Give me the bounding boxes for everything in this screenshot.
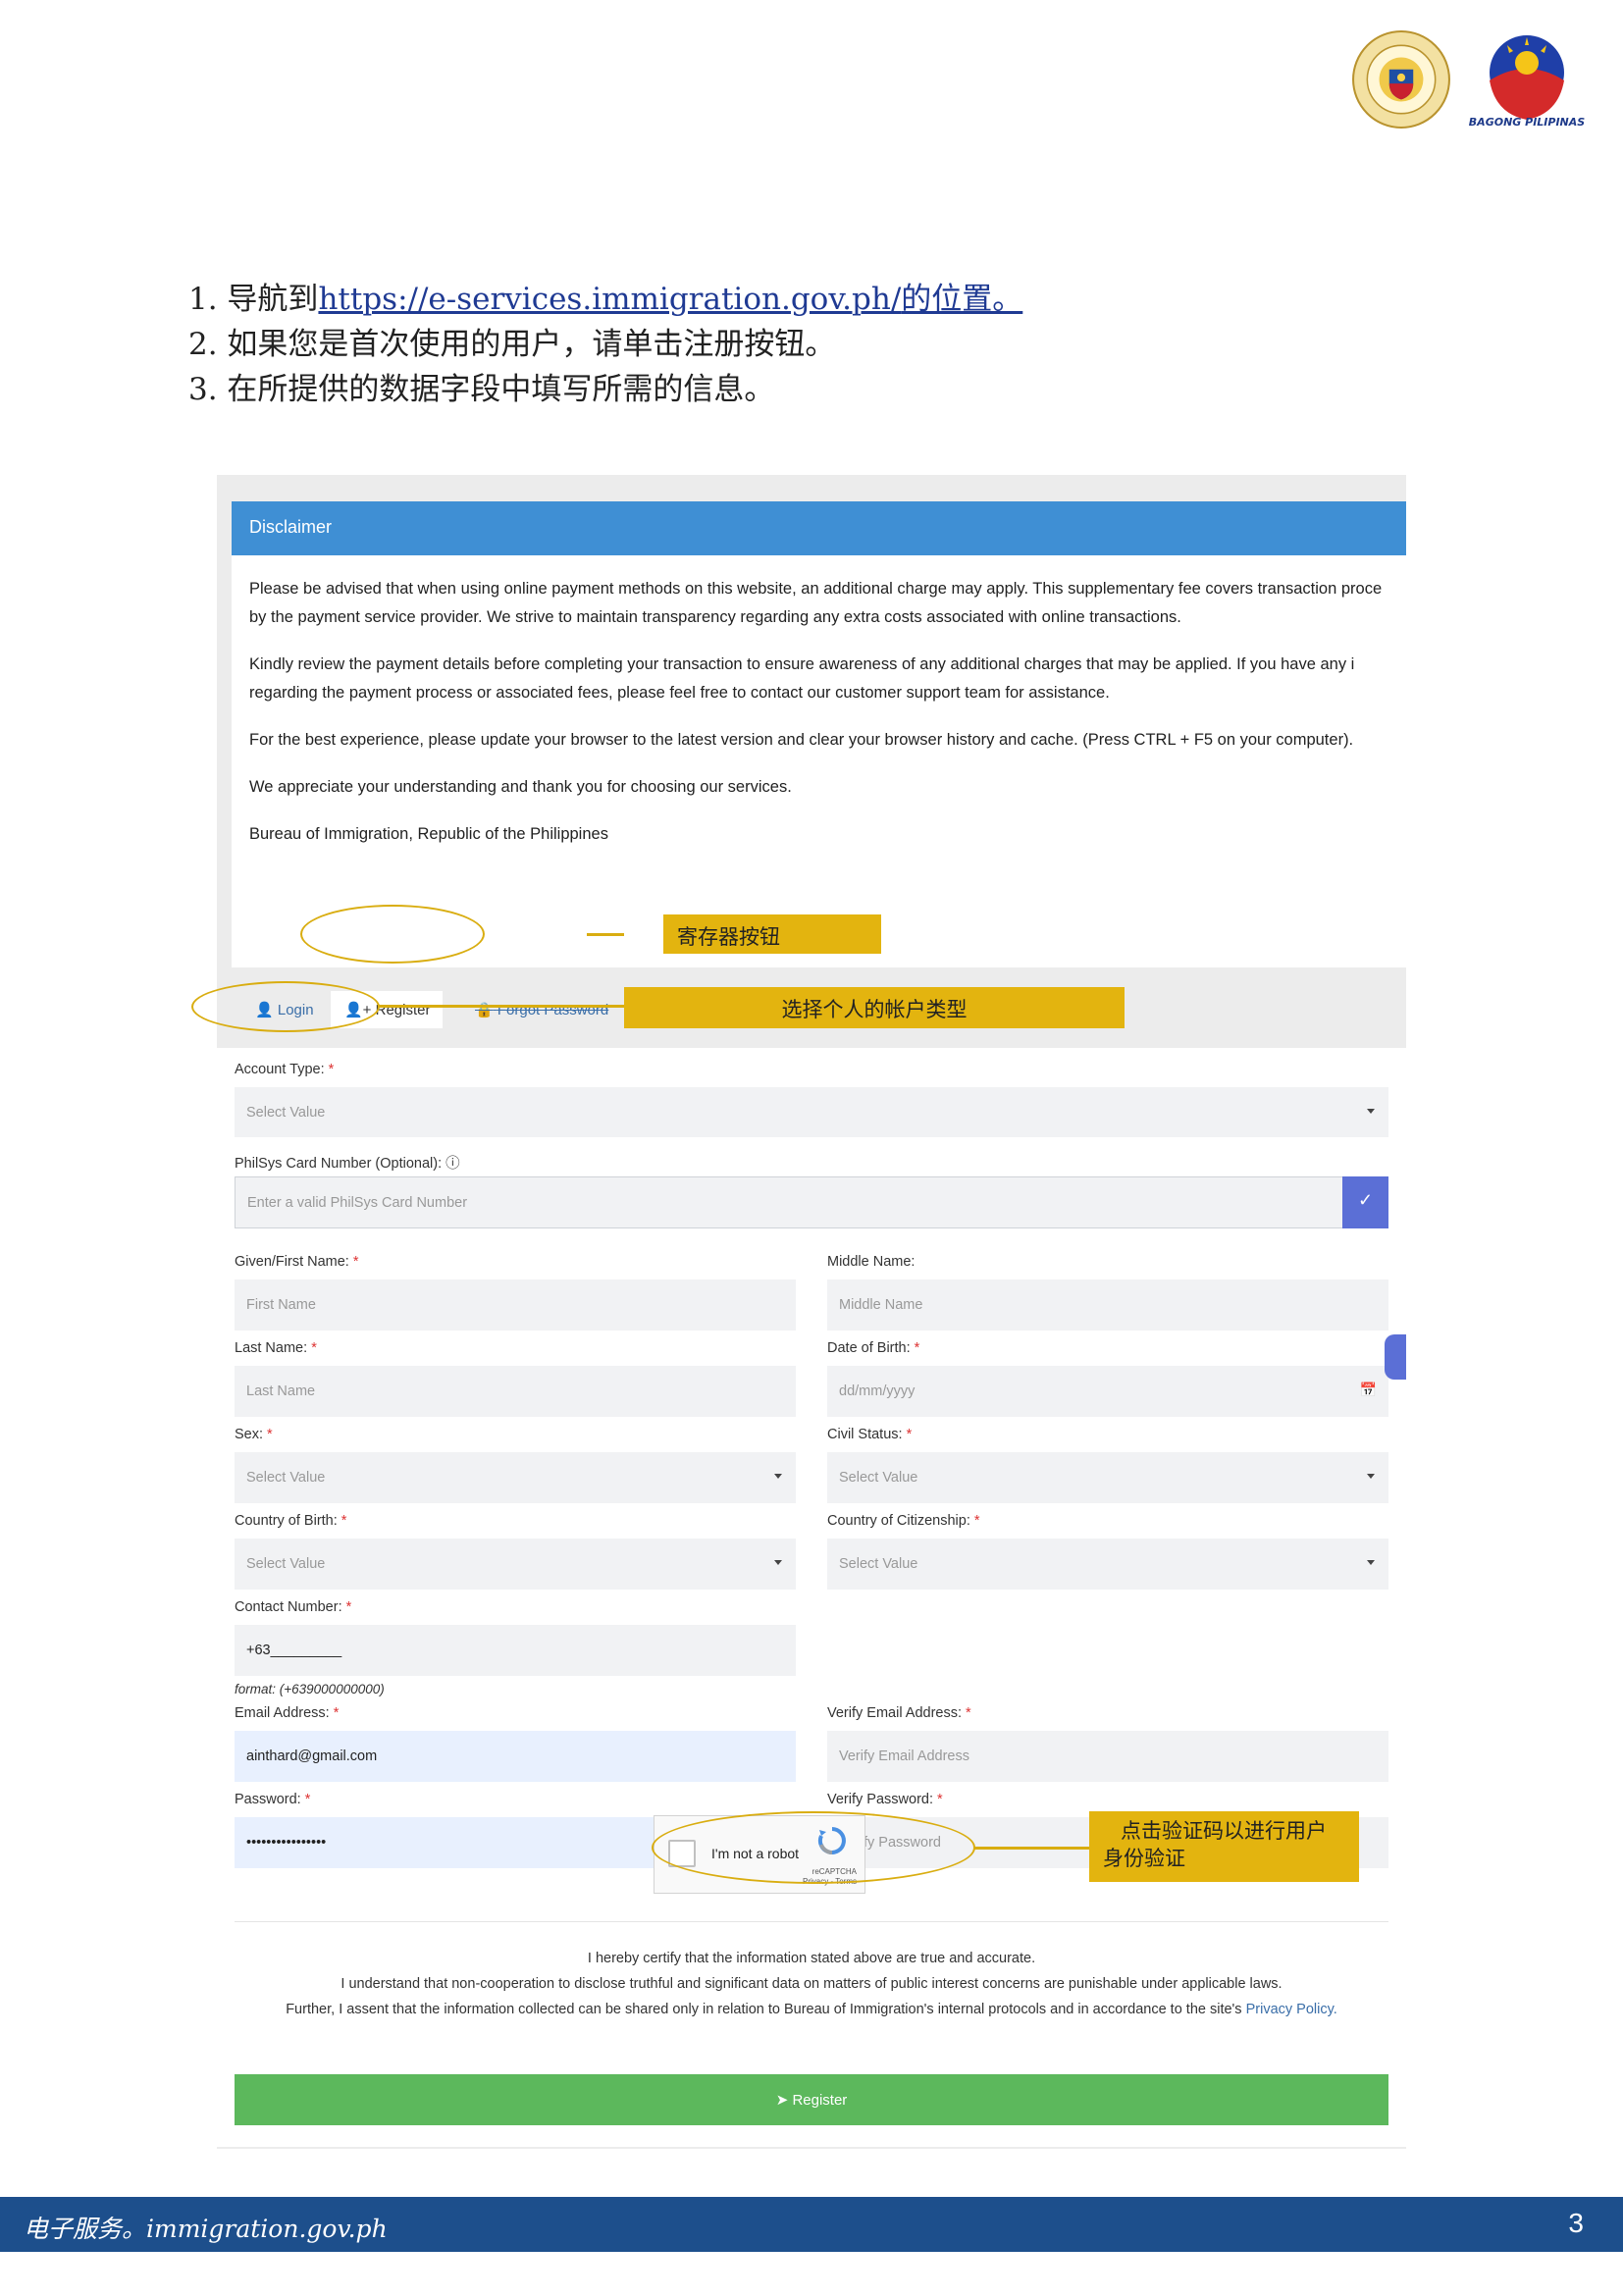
philsys-verify-button[interactable]: ✓ — [1342, 1176, 1388, 1228]
step-1: 1. 导航到https://e-services.immigration.gov… — [188, 277, 1022, 322]
captcha-highlight-ring — [652, 1811, 975, 1884]
account-type-callout: 选择个人的帐户类型 — [624, 987, 1125, 1028]
tab-forgot-password[interactable]: 🔒 Forgot Password — [475, 1001, 608, 1018]
step-1-suffix: 的位置。 — [901, 282, 1023, 317]
email-input[interactable]: ainthard@gmail.com — [235, 1731, 796, 1782]
page-footer: 电子服务。immigration.gov.ph 3 — [0, 2197, 1623, 2252]
middle-name-input[interactable]: Middle Name — [827, 1279, 1388, 1331]
contact-number-input[interactable]: +63_________ — [235, 1625, 796, 1676]
first-name-input[interactable]: First Name — [235, 1279, 796, 1331]
captcha-callout: 点击验证码以进行用户 身份验证 — [1089, 1811, 1359, 1882]
account-type-select[interactable]: Select Value — [235, 1087, 1388, 1137]
account-type-leader-line — [379, 1005, 626, 1008]
certify-line-3: Further, I assent that the information c… — [286, 2002, 1337, 2017]
chevron-down-icon — [774, 1560, 782, 1565]
step-1-prefix: 1. 导航到 — [188, 282, 319, 317]
bagong-pilipinas-wordmark: BAGONG PILIPINAS — [1468, 116, 1586, 129]
eservices-url-link[interactable]: https://e-services.immigration.gov.ph/ — [318, 282, 901, 317]
sex-select[interactable]: Select Value — [235, 1452, 796, 1503]
last-name-label: Last Name: * — [235, 1340, 317, 1356]
country-of-citizenship-select[interactable]: Select Value — [827, 1539, 1388, 1590]
contact-number-label: Contact Number: * — [235, 1599, 352, 1615]
first-name-label: Given/First Name: * — [235, 1254, 359, 1270]
middle-name-label: Middle Name: — [827, 1254, 916, 1270]
footer-text: 电子服务。immigration.gov.ph — [24, 2215, 388, 2243]
certify-line-1: I hereby certify that the information st… — [587, 1951, 1036, 1966]
verify-email-label: Verify Email Address: * — [827, 1705, 971, 1721]
verify-email-input[interactable]: Verify Email Address — [827, 1731, 1388, 1782]
calendar-icon[interactable]: 📅 — [1360, 1382, 1377, 1398]
side-widget-tab[interactable] — [1385, 1334, 1406, 1380]
country-of-citizenship-label: Country of Citizenship: * — [827, 1513, 980, 1529]
disclaimer-paragraph: For the best experience, please update y… — [249, 731, 1354, 749]
bureau-of-immigration-seal-logo — [1352, 30, 1450, 129]
registration-screenshot: Disclaimer Please be advised that when u… — [217, 475, 1406, 2149]
disclaimer-paragraph: We appreciate your understanding and tha… — [249, 778, 792, 796]
disclaimer-paragraph: Kindly review the payment details before… — [249, 655, 1355, 702]
step-2: 2. 如果您是首次使用的用户，请单击注册按钮。 — [188, 327, 836, 362]
privacy-policy-link[interactable]: Privacy Policy. — [1246, 2002, 1337, 2017]
last-name-input[interactable]: Last Name — [235, 1366, 796, 1417]
dob-input[interactable]: dd/mm/yyyy 📅 — [827, 1366, 1388, 1417]
password-label: Password: * — [235, 1792, 311, 1807]
disclaimer-paragraph: Please be advised that when using online… — [249, 580, 1383, 626]
country-of-birth-label: Country of Birth: * — [235, 1513, 347, 1529]
country-of-birth-select[interactable]: Select Value — [235, 1539, 796, 1590]
certify-line-2: I understand that non-cooperation to dis… — [340, 1976, 1283, 1992]
disclaimer-header: Disclaimer — [232, 501, 1406, 555]
chevron-down-icon — [1367, 1560, 1375, 1565]
register-button[interactable]: ➤ Register — [235, 2074, 1388, 2125]
captcha-leader-line — [973, 1847, 1091, 1850]
step-3: 3. 在所提供的数据字段中填写所需的信息。 — [188, 372, 775, 407]
dob-label: Date of Birth: * — [827, 1340, 920, 1356]
paper-plane-icon: ➤ — [775, 2092, 789, 2109]
civil-status-select[interactable]: Select Value — [827, 1452, 1388, 1503]
chevron-down-icon — [1367, 1109, 1375, 1114]
info-icon: ⓘ — [445, 1156, 460, 1172]
philsys-label: PhilSys Card Number (Optional): ⓘ — [235, 1156, 460, 1172]
contact-format-hint: format: (+639000000000) — [235, 1682, 385, 1696]
instruction-steps: 1. 导航到https://e-services.immigration.gov… — [188, 277, 1022, 412]
email-label: Email Address: * — [235, 1705, 340, 1721]
sex-label: Sex: * — [235, 1427, 273, 1442]
verify-password-label: Verify Password: * — [827, 1792, 943, 1807]
account-type-label: Account Type: * — [235, 1062, 335, 1077]
philsys-input[interactable]: Enter a valid PhilSys Card Number — [235, 1176, 1343, 1228]
chevron-down-icon — [774, 1474, 782, 1479]
account-type-highlight-ring — [191, 981, 380, 1032]
register-tab-highlight-ring — [300, 905, 485, 964]
divider — [235, 1921, 1388, 1922]
chevron-down-icon — [1367, 1474, 1375, 1479]
disclaimer-paragraph: Bureau of Immigration, Republic of the P… — [249, 825, 608, 843]
civil-status-label: Civil Status: * — [827, 1427, 913, 1442]
register-tab-leader-line — [587, 933, 624, 936]
check-icon: ✓ — [1357, 1190, 1374, 1210]
register-tab-callout: 寄存器按钮 — [663, 914, 881, 954]
page-number: 3 — [1568, 2208, 1584, 2238]
